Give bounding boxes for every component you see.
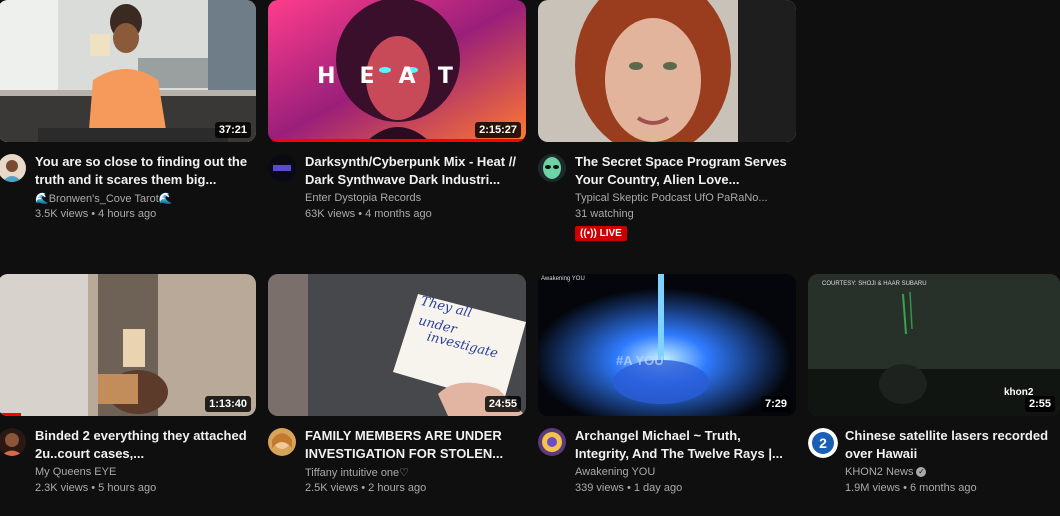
video-stats: 3.5K views • 4 hours ago xyxy=(35,208,157,220)
video-thumbnail[interactable] xyxy=(538,0,796,142)
video-stats: 63K views • 4 months ago xyxy=(305,208,432,220)
thumbnail-overlay-text: HEAT xyxy=(317,64,477,89)
svg-text:2: 2 xyxy=(819,435,827,451)
video-title[interactable]: Chinese satellite lasers recorded over H… xyxy=(845,427,1060,463)
video-stats: 1.9M views • 6 months ago xyxy=(845,482,977,494)
broadcast-icon: ((•)) xyxy=(580,228,600,239)
video-thumbnail[interactable]: Awakening YOU #A YOU 7:29 xyxy=(538,274,796,416)
video-title[interactable]: Darksynth/Cyberpunk Mix - Heat // Dark S… xyxy=(305,153,520,189)
channel-avatar[interactable] xyxy=(538,154,566,182)
check-icon: ✓ xyxy=(916,467,927,478)
duration-badge: 1:13:40 xyxy=(205,396,251,412)
video-title[interactable]: Archangel Michael ~ Truth, Integrity, An… xyxy=(575,427,790,463)
thumbnail-image xyxy=(538,274,796,416)
more-vert-icon[interactable]: ⋮ xyxy=(1056,427,1060,443)
channel-avatar[interactable] xyxy=(268,428,296,456)
thumbnail-image xyxy=(538,0,796,142)
thumbnail-channel-watermark: Awakening YOU xyxy=(541,276,585,282)
channel-name[interactable]: KHON2 News ✓ xyxy=(845,466,1060,478)
duration-badge: 7:29 xyxy=(760,396,791,412)
channel-name[interactable]: 🌊Bronwen's_Cove Tarot🌊 xyxy=(35,192,250,205)
video-card[interactable]: 1:13:40 Binded 2 everything they attache… xyxy=(0,274,256,516)
live-badge: ((•)) LIVE xyxy=(575,226,627,241)
video-stats: 31 watching xyxy=(575,208,634,220)
thumbnail-image xyxy=(0,274,256,416)
channel-name[interactable]: Tiffany intuitive one♡ xyxy=(305,466,520,479)
video-thumbnail[interactable]: 37:21 xyxy=(0,0,256,142)
thumbnail-credit: COURTESY: SHOJI & HAAR SUBARU xyxy=(822,281,927,287)
video-title[interactable]: You are so close to finding out the trut… xyxy=(35,153,250,189)
channel-avatar[interactable] xyxy=(0,154,26,182)
video-stats: 339 views • 1 day ago xyxy=(575,482,683,494)
video-title[interactable]: Binded 2 everything they attached 2u..co… xyxy=(35,427,250,463)
video-card[interactable]: COURTESY: SHOJI & HAAR SUBARU khon2 2:55… xyxy=(808,274,1060,516)
duration-badge: 37:21 xyxy=(214,122,251,138)
video-title[interactable]: The Secret Space Program Serves Your Cou… xyxy=(575,153,790,189)
video-title[interactable]: FAMILY MEMBERS ARE UNDER INVESTIGATION F… xyxy=(305,427,520,463)
channel-name[interactable]: Enter Dystopia Records xyxy=(305,192,520,204)
video-thumbnail[interactable]: COURTESY: SHOJI & HAAR SUBARU khon2 2:55 xyxy=(808,274,1060,416)
video-card[interactable]: Awakening YOU #A YOU 7:29 Archangel Mich… xyxy=(538,274,796,516)
video-thumbnail[interactable]: HEAT 2:15:27 xyxy=(268,0,526,142)
video-stats: 2.3K views • 5 hours ago xyxy=(35,482,157,494)
channel-avatar[interactable] xyxy=(538,428,566,456)
video-thumbnail[interactable]: They all under investigate 24:55 xyxy=(268,274,526,416)
thumbnail-image xyxy=(0,0,256,142)
channel-avatar[interactable]: 2 xyxy=(808,428,838,458)
duration-badge: 2:55 xyxy=(1024,396,1055,412)
video-card[interactable]: They all under investigate 24:55 FAMILY … xyxy=(268,274,526,516)
video-stats: 2.5K views • 2 hours ago xyxy=(305,482,427,494)
channel-name[interactable]: Typical Skeptic Podcast UfO PaRaNo... xyxy=(575,192,790,204)
channel-name[interactable]: My Queens EYE xyxy=(35,466,250,478)
video-card[interactable]: HEAT 2:15:27 Darksynth/Cyberpunk Mix - H… xyxy=(268,0,526,242)
duration-badge: 2:15:27 xyxy=(475,122,521,138)
video-card[interactable]: 37:21 You are so close to finding out th… xyxy=(0,0,256,242)
thumbnail-overlay-text: #A YOU xyxy=(616,353,664,368)
channel-avatar[interactable] xyxy=(268,154,296,182)
video-thumbnail[interactable]: 1:13:40 xyxy=(0,274,256,416)
channel-avatar[interactable] xyxy=(0,428,26,456)
channel-name[interactable]: Awakening YOU xyxy=(575,466,790,478)
video-card[interactable]: The Secret Space Program Serves Your Cou… xyxy=(538,0,796,242)
duration-badge: 24:55 xyxy=(484,396,521,412)
